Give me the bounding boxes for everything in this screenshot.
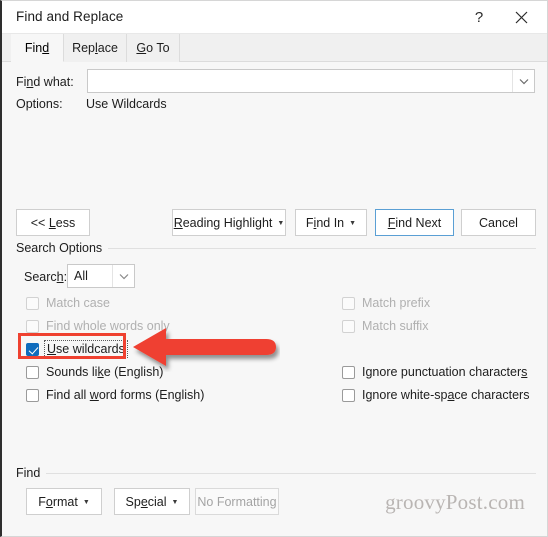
options-value: Use Wildcards: [86, 97, 167, 111]
checkbox-match-suffix[interactable]: Match suffix: [342, 317, 428, 335]
checkbox-box-icon: [26, 365, 39, 379]
checkbox-box-icon: [342, 365, 355, 379]
title-bar: Find and Replace ?: [2, 1, 547, 34]
find-what-input[interactable]: [88, 70, 512, 92]
close-button[interactable]: [501, 1, 541, 34]
tab-go-to[interactable]: Go To: [127, 34, 180, 62]
chevron-down-icon[interactable]: [512, 70, 534, 92]
checkbox-label: Use wildcards: [44, 340, 128, 358]
checkbox-checked-icon: [26, 342, 39, 356]
tab-strip: Find Replace Go To: [2, 34, 547, 62]
checkbox-box-icon: [342, 388, 355, 402]
watermark: groovyPost.com: [385, 490, 525, 514]
checkbox-label: Sounds like (English): [46, 365, 164, 379]
checkbox-box-icon: [342, 319, 355, 333]
chevron-down-icon[interactable]: [112, 265, 134, 287]
less-button[interactable]: << Less: [16, 209, 90, 236]
checkbox-sounds-like[interactable]: Sounds like (English): [26, 363, 163, 381]
checkbox-ignore-punctuation-characters[interactable]: Ignore punctuation characters: [342, 363, 527, 381]
find-next-button[interactable]: Find Next: [375, 209, 454, 236]
checkbox-box-icon: [26, 296, 39, 310]
checkbox-label: Find whole words only: [46, 319, 170, 333]
tab-find[interactable]: Find: [11, 34, 64, 62]
checkbox-label: Ignore punctuation characters: [362, 365, 528, 379]
checkbox-box-icon: [26, 388, 39, 402]
dropdown-caret-icon: ▼: [82, 499, 90, 506]
dropdown-caret-icon: ▼: [171, 499, 179, 506]
checkbox-label: Ignore white-space characters: [362, 388, 530, 402]
question-mark-icon: ?: [474, 9, 484, 26]
find-and-replace-dialog: Find and Replace ? Find Replace Go To Fi…: [0, 0, 548, 537]
help-button[interactable]: ?: [459, 1, 499, 34]
reading-highlight-button[interactable]: Reading Highlight ▼: [172, 209, 286, 236]
window-title: Find and Replace: [16, 9, 124, 24]
find-group-label: Find: [16, 466, 47, 480]
checkbox-box-icon: [26, 319, 39, 333]
search-scope-value[interactable]: All: [68, 265, 112, 287]
search-label: Search:: [24, 270, 68, 284]
checkbox-find-whole-words-only[interactable]: Find whole words only: [26, 317, 170, 335]
dropdown-caret-icon: ▼: [277, 220, 285, 227]
checkbox-match-prefix[interactable]: Match prefix: [342, 294, 430, 312]
find-what-label: Find what:: [16, 75, 74, 89]
cancel-button[interactable]: Cancel: [461, 209, 536, 236]
checkbox-find-all-word-forms[interactable]: Find all word forms (English): [26, 386, 204, 404]
checkbox-ignore-white-space-characters[interactable]: Ignore white-space characters: [342, 386, 529, 404]
checkbox-match-case[interactable]: Match case: [26, 294, 110, 312]
search-scope-dropdown[interactable]: All: [67, 264, 135, 288]
checkbox-box-icon: [342, 296, 355, 310]
tab-replace[interactable]: Replace: [64, 34, 127, 62]
format-button[interactable]: Format ▼: [26, 488, 102, 515]
checkbox-label: Find all word forms (English): [46, 388, 205, 402]
search-options-group-label: Search Options: [16, 241, 109, 255]
checkbox-use-wildcards[interactable]: Use wildcards: [26, 340, 128, 358]
checkbox-label: Match prefix: [362, 296, 431, 310]
close-icon: [515, 11, 528, 24]
find-what-combobox[interactable]: [87, 69, 535, 93]
find-group-divider: [16, 473, 536, 474]
checkbox-label: Match case: [46, 296, 110, 310]
options-label: Options:: [16, 97, 63, 111]
no-formatting-button[interactable]: No Formatting: [195, 488, 279, 515]
special-button[interactable]: Special ▼: [114, 488, 190, 515]
checkbox-label: Match suffix: [362, 319, 429, 333]
find-in-button[interactable]: Find In ▼: [295, 209, 367, 236]
dropdown-caret-icon: ▼: [349, 220, 357, 227]
